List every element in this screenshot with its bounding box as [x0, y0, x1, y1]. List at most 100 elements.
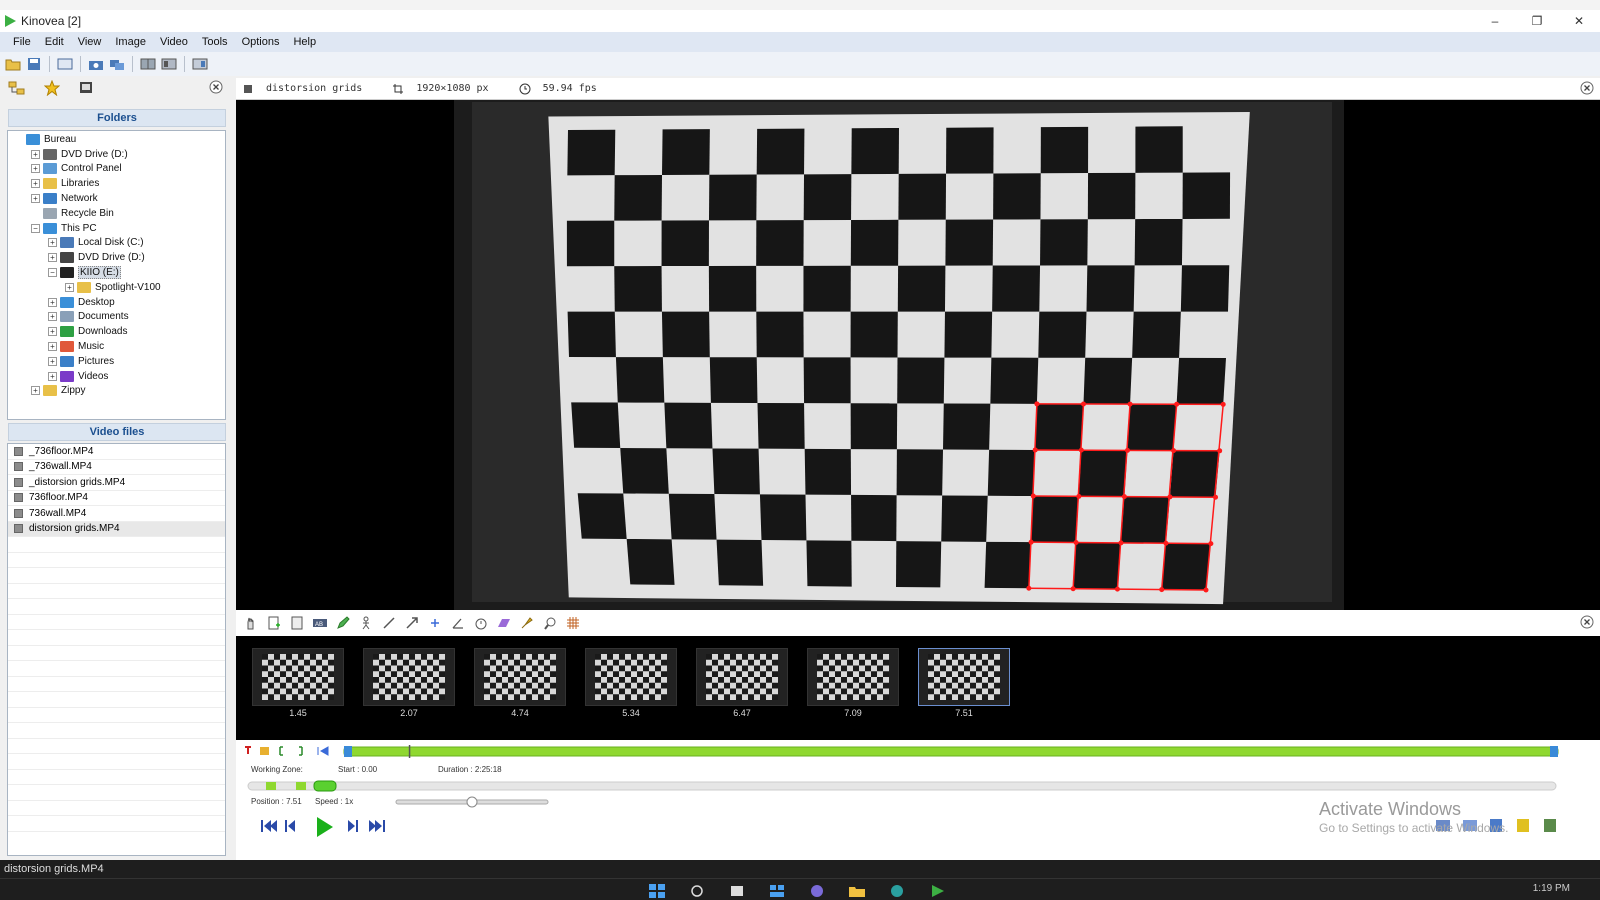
arrow-tool[interactable] — [403, 615, 420, 632]
tree-item[interactable]: + Pictures — [8, 354, 225, 369]
close-drawing-toolbar-icon[interactable] — [1580, 615, 1594, 629]
grid-handle[interactable] — [1121, 494, 1127, 500]
save-button[interactable] — [25, 55, 43, 73]
working-zone-bar[interactable] — [343, 746, 1559, 757]
tree-expander-icon[interactable]: + — [48, 312, 57, 322]
video-file-item[interactable]: 736wall.MP4 — [8, 506, 225, 522]
grid-tool[interactable] — [564, 615, 581, 632]
label-tool[interactable]: AB — [311, 615, 328, 632]
zone-start-handle[interactable] — [344, 746, 352, 757]
zone-reset-icon[interactable] — [317, 746, 329, 756]
grid-handle[interactable] — [1032, 447, 1038, 453]
windows-start-icon[interactable] — [647, 883, 667, 899]
grid-handle[interactable] — [1028, 539, 1034, 545]
chat-icon[interactable] — [807, 883, 827, 899]
menu-options[interactable]: Options — [235, 36, 287, 48]
keyframe-thumbnail[interactable]: 7.09 — [807, 648, 899, 718]
widgets-icon[interactable] — [767, 883, 787, 899]
tree-expander-icon[interactable]: + — [48, 327, 57, 337]
pin-icon[interactable] — [245, 746, 251, 754]
grid-handle[interactable] — [1213, 494, 1219, 500]
keyframe-thumbnail[interactable]: 7.51 — [918, 648, 1010, 718]
tree-item[interactable]: Recycle Bin — [8, 206, 225, 221]
grid-handle[interactable] — [1078, 447, 1084, 453]
magnifier-tool[interactable] — [541, 615, 558, 632]
previous-frame-button[interactable] — [285, 820, 295, 832]
keyframe-thumbnail[interactable]: 5.34 — [585, 648, 677, 718]
task-view-icon[interactable] — [727, 883, 747, 899]
close-player-icon[interactable] — [1580, 81, 1594, 95]
grid-handle[interactable] — [1208, 541, 1214, 547]
grid-handle[interactable] — [1220, 401, 1226, 407]
navigation-track[interactable] — [247, 781, 1557, 791]
tree-item[interactable]: + Control Panel — [8, 162, 225, 177]
tree-item[interactable]: Bureau — [8, 132, 225, 147]
zone-end-icon[interactable] — [299, 746, 303, 756]
grid-handle[interactable] — [1124, 447, 1130, 453]
human-model-tool[interactable] — [357, 615, 374, 632]
speed-slider-knob[interactable] — [466, 796, 478, 808]
menu-image[interactable]: Image — [108, 36, 153, 48]
open-folder-button[interactable] — [4, 55, 22, 73]
last-frame-button[interactable] — [369, 820, 385, 832]
keyframe-thumbnail[interactable]: 2.07 — [363, 648, 455, 718]
tree-expander-icon[interactable]: + — [31, 164, 40, 174]
grid-handle[interactable] — [1030, 493, 1036, 499]
tree-item[interactable]: + Spotlight-V100 — [8, 280, 225, 295]
tree-expander-icon[interactable]: − — [31, 223, 40, 233]
video-file-item[interactable]: 736floor.MP4 — [8, 491, 225, 506]
menu-edit[interactable]: Edit — [38, 36, 71, 48]
tree-expander-icon[interactable]: + — [31, 194, 40, 204]
edge-browser-icon[interactable] — [887, 883, 907, 899]
tree-expander-icon[interactable]: + — [48, 342, 57, 352]
grid-handle[interactable] — [1217, 448, 1223, 454]
navigation-cursor[interactable] — [313, 780, 337, 792]
grid-handle[interactable] — [1080, 401, 1086, 407]
maximize-button[interactable]: ❐ — [1516, 10, 1558, 32]
explorer-tab-icon[interactable] — [8, 80, 26, 96]
play-button[interactable] — [317, 817, 333, 837]
dual-capture-button[interactable] — [108, 55, 126, 73]
video-file-item[interactable]: distorsion grids.MP4 — [8, 521, 225, 537]
file-explorer-icon[interactable] — [847, 883, 867, 899]
tree-item[interactable]: + Downloads — [8, 324, 225, 339]
add-keyframe-tool[interactable] — [265, 615, 282, 632]
grid-handle[interactable] — [1163, 540, 1169, 546]
keyframe-thumbnail[interactable]: 4.74 — [474, 648, 566, 718]
hand-tool[interactable] — [242, 615, 259, 632]
tree-item[interactable]: + Local Disk (C:) — [8, 236, 225, 251]
tree-item[interactable]: − This PC — [8, 221, 225, 236]
line-tool[interactable] — [380, 615, 397, 632]
grid-handle[interactable] — [1171, 448, 1177, 454]
menu-video[interactable]: Video — [153, 36, 195, 48]
close-panel-icon[interactable] — [209, 80, 223, 94]
tree-expander-icon[interactable]: + — [31, 149, 40, 159]
menu-view[interactable]: View — [71, 36, 109, 48]
dual-capture-view-button[interactable] — [160, 55, 178, 73]
tree-expander-icon[interactable]: + — [48, 371, 57, 381]
comments-tool[interactable] — [288, 615, 305, 632]
taskbar-search-icon[interactable] — [688, 883, 708, 899]
grid-handle[interactable] — [1070, 586, 1076, 592]
grid-handle[interactable] — [1118, 540, 1124, 546]
tree-item[interactable]: − KIIO (E:) — [8, 265, 225, 280]
favorites-star-icon[interactable] — [44, 80, 60, 96]
minimize-button[interactable]: – — [1474, 10, 1516, 32]
next-frame-button[interactable] — [348, 820, 358, 832]
keyframe-thumbnail[interactable]: 6.47 — [696, 648, 788, 718]
first-frame-button[interactable] — [261, 820, 277, 832]
zone-start-icon[interactable] — [279, 746, 283, 756]
tree-item[interactable]: + Network — [8, 191, 225, 206]
grid-handle[interactable] — [1159, 587, 1165, 593]
tree-item[interactable]: + Desktop — [8, 295, 225, 310]
grid-handle[interactable] — [1174, 401, 1180, 407]
tree-expander-icon[interactable]: + — [48, 238, 57, 248]
menu-tools[interactable]: Tools — [195, 36, 235, 48]
video-file-item[interactable]: _736floor.MP4 — [8, 444, 225, 460]
tree-item[interactable]: + DVD Drive (D:) — [8, 250, 225, 265]
tree-expander-icon[interactable]: + — [48, 297, 57, 307]
angle-tool[interactable] — [449, 615, 466, 632]
tree-item[interactable]: + Libraries — [8, 176, 225, 191]
tree-item[interactable]: + Zippy — [8, 384, 225, 399]
mixed-view-button[interactable] — [191, 55, 209, 73]
